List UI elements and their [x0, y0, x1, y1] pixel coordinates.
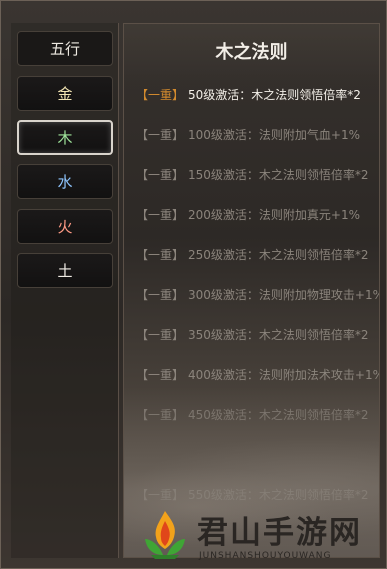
row-tier: 【一重】 [136, 248, 185, 262]
row-tier: 【一重】 [136, 328, 185, 342]
unlock-row: 【一重】 350级激活：木之法则领悟倍率*2 [136, 326, 369, 343]
law-detail-panel: 木之法则 【一重】 50级激活：木之法则领悟倍率*2 【一重】 100级激活：法则附… [123, 23, 380, 558]
row-tier: 【一重】 [136, 128, 185, 142]
unlock-row: 【一重】 550级激活：木之法则领悟倍率*2 [136, 486, 369, 503]
unlock-row: 【一重】 200级激活：法则附加真元+1% [136, 206, 360, 223]
watermark-subtitle: JUNSHANSHOUYOUWANG [199, 551, 332, 561]
unlock-row: 【一重】 100级激活：法则附加气血+1% [136, 126, 360, 143]
row-tier: 【一重】 [136, 408, 185, 422]
tab-wood[interactable]: 木 [17, 120, 113, 155]
tab-metal[interactable]: 金 [17, 76, 113, 111]
row-text: 350级激活：木之法则领悟倍率*2 [188, 328, 369, 342]
row-tier: 【一重】 [136, 488, 185, 502]
tab-water[interactable]: 水 [17, 164, 113, 199]
dialog-frame: 五行 金 木 水 火 土 木之法则 【一重】 50级激活：木之法则领悟倍率*2 【… [0, 0, 387, 569]
unlock-row: 【一重】 400级激活：法则附加法术攻击+1% [136, 366, 380, 383]
unlock-row: 【一重】 300级激活：法则附加物理攻击+1% [136, 286, 380, 303]
tab-earth[interactable]: 土 [17, 253, 113, 288]
row-text: 250级激活：木之法则领悟倍率*2 [188, 248, 369, 262]
row-text: 200级激活：法则附加真元+1% [188, 208, 361, 222]
unlock-row: 【一重】 250级激活：木之法则领悟倍率*2 [136, 246, 369, 263]
tab-metal-label: 金 [57, 85, 73, 103]
row-text: 150级激活：木之法则领悟倍率*2 [188, 168, 369, 182]
row-text: 50级激活：木之法则领悟倍率*2 [188, 88, 361, 102]
row-tier: 【一重】 [136, 288, 185, 302]
tab-water-label: 水 [57, 173, 73, 191]
element-tab-column: 五行 金 木 水 火 土 [11, 23, 119, 558]
row-text: 550级激活：木之法则领悟倍率*2 [188, 488, 369, 502]
row-tier: 【一重】 [136, 88, 185, 102]
panel-title: 木之法则 [215, 42, 288, 63]
unlock-row: 【一重】 150级激活：木之法则领悟倍率*2 [136, 166, 369, 183]
tab-header-five-elements: 五行 [17, 31, 113, 66]
row-text: 300级激活：法则附加物理攻击+1% [188, 288, 380, 302]
unlock-row: 【一重】 450级激活：木之法则领悟倍率*2 [136, 406, 369, 423]
tab-wood-label: 木 [57, 129, 73, 147]
row-tier: 【一重】 [136, 208, 185, 222]
row-text: 100级激活：法则附加气血+1% [188, 128, 361, 142]
flame-leaf-logo-icon [145, 511, 185, 559]
unlock-row: 【一重】 50级激活：木之法则领悟倍率*2 [136, 86, 361, 103]
row-tier: 【一重】 [136, 168, 185, 182]
tab-earth-label: 土 [57, 262, 73, 280]
row-text: 400级激活：法则附加法术攻击+1% [188, 368, 380, 382]
tab-header-label: 五行 [49, 40, 80, 58]
tab-fire-label: 火 [57, 218, 73, 236]
watermark-name: 君山手游网 [197, 515, 362, 551]
row-text: 450级激活：木之法则领悟倍率*2 [188, 408, 369, 422]
site-watermark: 君山手游网 JUNSHANSHOUYOUWANG [141, 507, 381, 563]
tab-fire[interactable]: 火 [17, 209, 113, 244]
row-tier: 【一重】 [136, 368, 185, 382]
